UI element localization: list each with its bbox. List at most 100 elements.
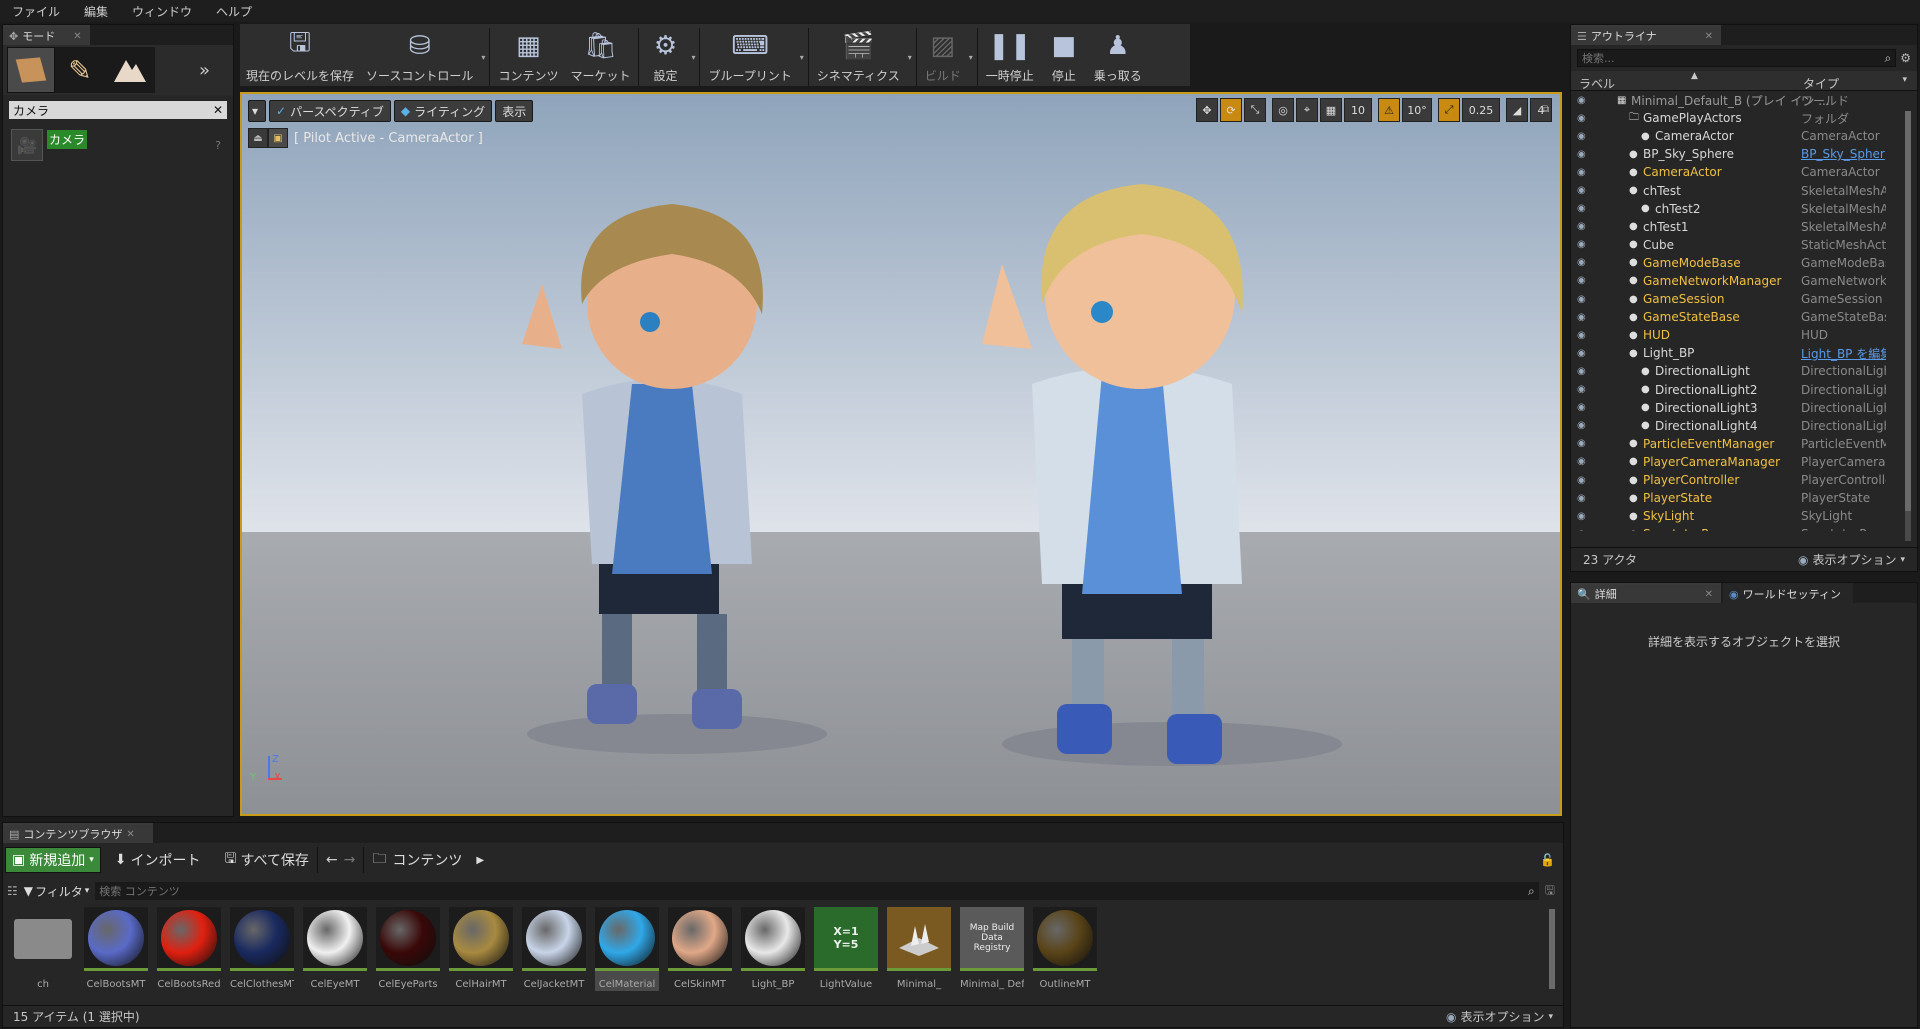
help-icon[interactable]: ? (215, 139, 221, 152)
asset-scrollbar[interactable] (1549, 909, 1555, 989)
dropdown-arrow-icon[interactable]: ▾ (969, 53, 973, 62)
visibility-eye-icon[interactable]: ◉ (1577, 312, 1586, 323)
outliner-row[interactable]: ◉ ● chTest1 SkeletalMeshAct (1571, 218, 1917, 236)
tab-details[interactable]: 🔍 詳細 ✕ (1571, 583, 1721, 603)
back-icon[interactable]: ← (326, 852, 338, 868)
column-type[interactable]: タイプ (1803, 75, 1839, 92)
visibility-eye-icon[interactable]: ◉ (1577, 149, 1586, 160)
landscape-mode-icon[interactable] (105, 47, 155, 93)
outliner-row[interactable]: ◉ ● GameSession GameSession (1571, 290, 1917, 308)
outliner-row[interactable]: ◉ ● BP_Sky_Sphere BP_Sky_Spher (1571, 145, 1917, 163)
visibility-eye-icon[interactable]: ◉ (1577, 529, 1586, 531)
visibility-eye-icon[interactable]: ◉ (1577, 167, 1586, 178)
outliner-row-type[interactable]: Light_BP を編集 (1801, 345, 1886, 362)
viewport-options-button[interactable]: ▾ (248, 100, 266, 122)
menu-edit[interactable]: 編集 (72, 3, 120, 20)
column-label[interactable]: ラベル (1579, 75, 1615, 92)
tab-outliner[interactable]: ☰ アウトライナ ✕ (1571, 25, 1721, 45)
outliner-row[interactable]: ◉ ● chTest SkeletalMeshAct (1571, 181, 1917, 199)
visibility-eye-icon[interactable]: ◉ (1577, 475, 1586, 486)
place-mode-icon[interactable] (7, 47, 55, 93)
dropdown-arrow-icon[interactable]: ▾ (800, 53, 804, 62)
outliner-row[interactable]: ◉ ● HUD HUD (1571, 326, 1917, 344)
asset-tile[interactable]: CelHairMT (449, 907, 513, 991)
cinematics-button[interactable]: 🎬 シネマティクス (811, 28, 906, 86)
asset-tile[interactable]: ch (11, 907, 75, 991)
add-new-button[interactable]: ▣ 新規追加 ▾ (5, 847, 101, 873)
outliner-row[interactable]: ◉ ● PlayerState PlayerState (1571, 489, 1917, 507)
rotate-icon[interactable]: ⟳ (1220, 98, 1242, 122)
visibility-eye-icon[interactable]: ◉ (1577, 493, 1586, 504)
source-control-button[interactable]: ⛁ ソースコントロール (360, 28, 479, 86)
save-button[interactable]: 🖫 現在のレベルを保存 (240, 28, 360, 86)
outliner-row[interactable]: ◉ ● GameNetworkManager GameNetworkMa (1571, 272, 1917, 290)
outliner-search-input[interactable]: ⌕ (1577, 49, 1897, 67)
blueprint-button[interactable]: ⌨ ブループリント (702, 28, 797, 86)
visibility-eye-icon[interactable]: ◉ (1577, 203, 1586, 214)
visibility-eye-icon[interactable]: ◉ (1577, 420, 1586, 431)
lock-icon[interactable]: 🔓 (1540, 853, 1555, 867)
save-search-icon[interactable]: 🖫 (1545, 881, 1555, 902)
outliner-row[interactable]: ◉ ● Light_BP Light_BP を編集 (1571, 344, 1917, 362)
outliner-row[interactable]: ◉ ● DirectionalLight2 DirectionalLight (1571, 381, 1917, 399)
visibility-eye-icon[interactable]: ◉ (1577, 348, 1586, 359)
close-icon[interactable]: ✕ (1705, 589, 1713, 600)
close-icon[interactable]: ✕ (73, 31, 81, 42)
world-icon[interactable]: ◎ (1272, 98, 1294, 122)
visibility-eye-icon[interactable]: ◉ (1577, 384, 1586, 395)
outliner-row[interactable]: ◉ ● ParticleEventManager ParticleEventMa (1571, 435, 1917, 453)
visibility-eye-icon[interactable]: ◉ (1577, 221, 1586, 232)
visibility-eye-icon[interactable]: ◉ (1577, 438, 1586, 449)
menu-file[interactable]: ファイル (0, 3, 72, 20)
asset-tile[interactable]: CelEyeParts (376, 907, 440, 991)
asset-tile[interactable]: CelEyeMT (303, 907, 367, 991)
visibility-eye-icon[interactable]: ◉ (1577, 185, 1586, 196)
eject-icon[interactable]: ⏏ (248, 128, 268, 148)
close-icon[interactable]: ✕ (126, 829, 134, 840)
grid-size-value[interactable]: 10 (1344, 98, 1372, 122)
import-button[interactable]: ⬇ インポート (115, 850, 201, 870)
camera-result-item[interactable]: 🎥 カメラ ? (11, 129, 225, 161)
outliner-row[interactable]: ◉ ● DirectionalLight3 DirectionalLight (1571, 399, 1917, 417)
outliner-row[interactable]: ◉ ● PlayerController PlayerController (1571, 471, 1917, 489)
maximize-viewport-icon[interactable]: ⧉ (1542, 104, 1549, 115)
settings-icon[interactable]: ⚙ (1900, 51, 1911, 65)
visibility-eye-icon[interactable]: ◉ (1577, 131, 1586, 142)
outliner-row[interactable]: ◉ ● DirectionalLight4 DirectionalLight (1571, 417, 1917, 435)
scale-snap-value[interactable]: 0.25 (1462, 98, 1500, 122)
asset-tile[interactable]: X=1 Y=5 LightValue (814, 907, 878, 991)
content-button[interactable]: ▦ コンテンツ (492, 28, 564, 86)
outliner-row[interactable]: ◉ ● CameraActor CameraActor (1571, 127, 1917, 145)
outliner-row[interactable]: ◉ ● CameraActor CameraActor (1571, 163, 1917, 181)
filter-button[interactable]: ▼ フィルタ ▾ (24, 883, 90, 900)
paint-mode-icon[interactable]: ✎ (55, 47, 105, 93)
asset-tile[interactable]: Map Build Data Registry Minimal_ Default_… (960, 907, 1024, 991)
column-dropdown-icon[interactable]: ▾ (1902, 75, 1907, 85)
asset-tile[interactable]: Light_BP (741, 907, 805, 991)
forward-icon[interactable]: → (344, 852, 356, 868)
rotation-snap-value[interactable]: 10° (1402, 98, 1432, 122)
market-button[interactable]: 🛍 マーケット (564, 28, 636, 86)
visibility-eye-icon[interactable]: ◉ (1577, 330, 1586, 341)
lighting-button[interactable]: ◆ ライティング (393, 100, 493, 122)
asset-tile[interactable]: CelBootsRed (157, 907, 221, 991)
visibility-eye-icon[interactable]: ◉ (1577, 456, 1586, 467)
outliner-row[interactable]: ◉ ● SkyLight SkyLight (1571, 507, 1917, 525)
scale-snap-icon[interactable]: ⤢ (1438, 98, 1460, 122)
outliner-scrollbar[interactable] (1905, 111, 1911, 541)
outliner-row[interactable]: ◉ ● GameModeBase GameModeBase (1571, 254, 1917, 272)
view-options-button[interactable]: ◉ 表示オプション ▾ (1798, 551, 1905, 568)
level-viewport[interactable]: ▾ ✓ パースペクティブ ◆ ライティング 表示 ⏏ ▣ [ Pilot Activ… (240, 92, 1562, 816)
menu-help[interactable]: ヘルプ (204, 3, 264, 20)
dropdown-arrow-icon[interactable]: ▾ (481, 53, 485, 62)
scale-icon[interactable]: ⤡ (1244, 98, 1266, 122)
outliner-row[interactable]: ◉ ● chTest2 SkeletalMeshAct (1571, 200, 1917, 218)
asset-tile[interactable]: CelMaterial (595, 907, 659, 991)
clear-search-icon[interactable]: ✕ (213, 103, 223, 117)
rotation-snap-icon[interactable]: ⚠ (1378, 98, 1400, 122)
path-breadcrumb[interactable]: 🗀 コンテンツ ▶ (372, 848, 484, 872)
asset-tile[interactable]: CelSkinMT (668, 907, 732, 991)
settings-button[interactable]: ⚙ 設定 (641, 28, 689, 86)
content-view-options-button[interactable]: ◉ 表示オプション ▾ (1446, 1008, 1553, 1025)
tab-content-browser[interactable]: ▤ コンテンツブラウザ ✕ (3, 823, 153, 843)
